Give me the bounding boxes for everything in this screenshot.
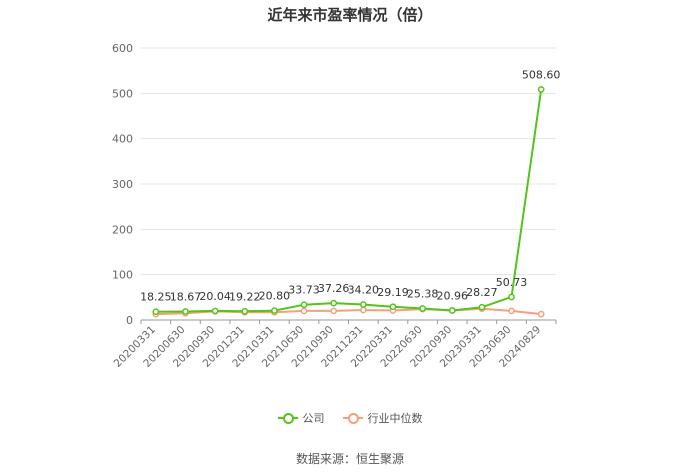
legend-company-label: 公司 bbox=[302, 412, 325, 425]
company-data-label: 18.25 bbox=[140, 291, 172, 304]
company-point bbox=[478, 303, 486, 311]
y-tick-label: 600 bbox=[112, 42, 133, 55]
company-point bbox=[330, 299, 338, 307]
y-tick-label: 300 bbox=[112, 178, 133, 191]
company-point bbox=[182, 308, 189, 315]
company-point bbox=[300, 301, 308, 309]
company-data-label: 28.27 bbox=[466, 286, 498, 299]
legend-item-company[interactable]: 公司 bbox=[277, 410, 325, 426]
company-point bbox=[448, 307, 456, 314]
legend-industry-marker-icon bbox=[342, 413, 363, 424]
legend-company-marker-icon bbox=[277, 413, 298, 424]
company-data-label: 20.04 bbox=[199, 290, 231, 303]
company-data-label: 508.60 bbox=[522, 68, 561, 81]
chart-legend: 公司 行业中位数 bbox=[0, 410, 700, 426]
company-point bbox=[537, 86, 545, 93]
company-data-label: 33.73 bbox=[288, 284, 320, 297]
y-tick-label: 0 bbox=[126, 314, 133, 327]
y-tick-label: 400 bbox=[112, 133, 133, 146]
company-point bbox=[152, 308, 160, 316]
y-tick-label: 100 bbox=[112, 269, 133, 282]
company-data-label: 19.22 bbox=[229, 290, 261, 303]
legend-item-industry-median[interactable]: 行业中位数 bbox=[342, 410, 423, 426]
company-point bbox=[389, 303, 397, 311]
company-data-label: 25.38 bbox=[407, 287, 439, 300]
company-data-label: 20.80 bbox=[259, 290, 291, 303]
legend-industry-median-label: 行业中位数 bbox=[367, 412, 423, 425]
company-data-label: 37.26 bbox=[318, 282, 350, 295]
pe-line-chart: 0100200300400500600202003312020063020200… bbox=[112, 42, 561, 370]
company-point bbox=[508, 293, 515, 301]
industry-median-point bbox=[300, 307, 308, 315]
company-point bbox=[241, 307, 249, 315]
company-point bbox=[359, 301, 367, 308]
company-point bbox=[271, 307, 278, 314]
company-data-label: 50.73 bbox=[496, 276, 528, 289]
company-data-label: 34.20 bbox=[348, 283, 380, 296]
company-point bbox=[419, 305, 426, 312]
company-data-label: 20.96 bbox=[437, 289, 469, 302]
series-line-company bbox=[155, 89, 543, 313]
y-tick-label: 200 bbox=[112, 223, 133, 236]
company-data-label: 18.67 bbox=[170, 291, 202, 304]
data-source: 数据来源：恒生聚源 bbox=[295, 452, 404, 466]
y-tick-label: 500 bbox=[112, 87, 133, 100]
industry-median-point bbox=[537, 310, 545, 318]
industry-median-point bbox=[330, 307, 338, 315]
company-point bbox=[211, 307, 219, 315]
industry-median-point bbox=[359, 306, 367, 314]
company-data-label: 29.19 bbox=[377, 286, 409, 299]
industry-median-point bbox=[508, 307, 515, 315]
